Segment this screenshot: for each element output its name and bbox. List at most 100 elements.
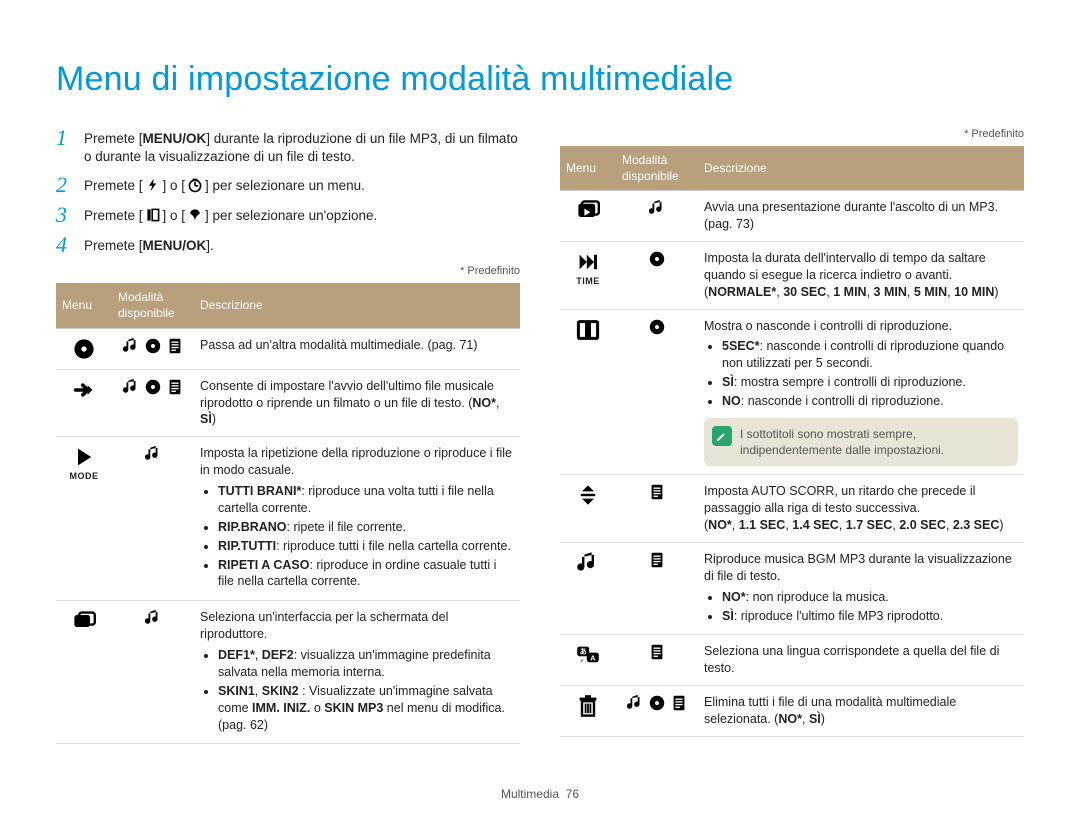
macro-icon [187, 207, 203, 223]
note-badge-icon [712, 426, 732, 446]
description-cell: Imposta AUTO SCORR, un ritardo che prece… [698, 475, 1024, 543]
mode-icons-cell [616, 309, 698, 475]
description-cell: Mostra o nasconde i controlli di riprodu… [698, 309, 1024, 475]
display-icon [576, 318, 600, 342]
timer-icon [187, 177, 203, 193]
th-desc: Descrizione [194, 283, 520, 328]
play-icon [72, 445, 96, 469]
mode-icons-cell [616, 475, 698, 543]
table-row: TIME Imposta la durata dell'intervallo di… [560, 241, 1024, 309]
menu-icon-cell [56, 601, 112, 744]
description-cell: Seleziona un'interfaccia per la schermat… [194, 601, 520, 744]
page-footer: Multimedia 76 [0, 787, 1080, 801]
table-row: Mostra o nasconde i controlli di riprodu… [560, 309, 1024, 475]
table-row: Imposta AUTO SCORR, un ritardo che prece… [560, 475, 1024, 543]
arrow-right-icon [72, 378, 96, 402]
footer-page: 76 [566, 787, 579, 801]
options-table-left: Menu Modalità disponibile Descrizione Pa… [56, 283, 520, 744]
disc-icon [144, 378, 162, 396]
table-row: Riproduce musica BGM MP3 durante la visu… [560, 542, 1024, 635]
step-3: 3Premete [] o [] per selezionare un'opzi… [56, 204, 520, 226]
description-cell: Consente di impostare l'avvio dell'ultim… [194, 369, 520, 437]
th-mode: Modalità disponibile [616, 146, 698, 191]
step-text: Premete [MENU/OK] durante la riproduzion… [84, 127, 520, 166]
menu-icon-subtext: MODE [62, 470, 106, 482]
mode-icons-cell [616, 241, 698, 309]
disc-icon [648, 250, 666, 268]
table-row: Seleziona un'interfaccia per la schermat… [56, 601, 520, 744]
mode-icons-cell [112, 437, 194, 601]
menu-icon-cell [560, 309, 616, 475]
skin-icon [72, 609, 96, 633]
steps-list: 1 Premete [MENU/OK] durante la riproduzio… [56, 127, 520, 256]
svg-text:A: A [590, 654, 595, 663]
description-cell: Passa ad un'altra modalità multimediale.… [194, 328, 520, 369]
text-icon [648, 551, 666, 569]
menu-icon-cell [560, 191, 616, 242]
mode-icons-cell [112, 601, 194, 744]
note-box: I sottotitoli sono mostrati sempre, indi… [704, 418, 1018, 466]
left-column: 1 Premete [MENU/OK] durante la riproduzio… [56, 127, 520, 744]
music-icon [576, 551, 600, 575]
mode-icons-cell [616, 191, 698, 242]
right-column: * Predefinito Menu Modalità disponibile … [560, 127, 1024, 744]
disc-icon [72, 337, 96, 361]
description-cell: Imposta la ripetizione della riproduzion… [194, 437, 520, 601]
menu-icon-cell [560, 686, 616, 737]
music-icon [122, 378, 140, 396]
two-column-layout: 1 Premete [MENU/OK] durante la riproduzio… [56, 127, 1024, 744]
music-icon [626, 694, 644, 712]
manual-page: Menu di impostazione modalità multimedia… [0, 0, 1080, 815]
menu-icon-subtext: TIME [566, 275, 610, 287]
svg-text:あ: あ [580, 647, 587, 656]
mode-icons-cell [616, 635, 698, 686]
options-table-right: Menu Modalità disponibile Descrizione Av… [560, 146, 1024, 737]
predefinito-note-right: * Predefinito [560, 127, 1024, 142]
step-text: Premete [MENU/OK]. [84, 234, 214, 255]
description-cell: Imposta la durata dell'intervallo di tem… [698, 241, 1024, 309]
menu-icon-cell [56, 369, 112, 437]
table-row: Elimina tutti i file di una modalità mul… [560, 686, 1024, 737]
mode-icons-cell [616, 542, 698, 635]
step-1: 1 Premete [MENU/OK] durante la riproduzio… [56, 127, 520, 166]
description-cell: Riproduce musica BGM MP3 durante la visu… [698, 542, 1024, 635]
trash-icon [576, 694, 600, 718]
disc-icon [648, 694, 666, 712]
th-mode: Modalità disponibile [112, 283, 194, 328]
th-menu: Menu [56, 283, 112, 328]
skip-icon [576, 250, 600, 274]
disc-icon [144, 337, 162, 355]
description-cell: Elimina tutti i file di una modalità mul… [698, 686, 1024, 737]
table-row: Consente di impostare l'avvio dell'ultim… [56, 369, 520, 437]
th-desc: Descrizione [698, 146, 1024, 191]
text-icon [166, 378, 184, 396]
music-icon [648, 199, 666, 217]
disc-icon [648, 318, 666, 336]
step-2: 2Premete [] o [] per selezionare un menu… [56, 174, 520, 196]
text-icon [648, 483, 666, 501]
text-icon [166, 337, 184, 355]
footer-section: Multimedia [501, 787, 559, 801]
music-icon [144, 445, 162, 463]
page-title: Menu di impostazione modalità multimedia… [56, 60, 1024, 99]
menu-icon-cell: MODE [56, 437, 112, 601]
description-cell: Avvia una presentazione durante l'ascolt… [698, 191, 1024, 242]
table-row: Passa ad un'altra modalità multimediale.… [56, 328, 520, 369]
step-number: 3 [56, 204, 78, 226]
menu-icon-cell: TIME [560, 241, 616, 309]
flash-icon [145, 177, 161, 193]
step-number: 2 [56, 174, 78, 196]
description-cell: Seleziona una lingua corrispondete a que… [698, 635, 1024, 686]
mode-icons-cell [112, 369, 194, 437]
text-icon [670, 694, 688, 712]
text-icon [648, 643, 666, 661]
th-menu: Menu [560, 146, 616, 191]
step-number: 4 [56, 234, 78, 256]
scroll-icon [576, 483, 600, 507]
table-row: MODE Imposta la ripetizione della riprodu… [56, 437, 520, 601]
menu-icon-cell: あA [560, 635, 616, 686]
menu-icon-cell [56, 328, 112, 369]
menu-icon-cell [560, 542, 616, 635]
step-number: 1 [56, 127, 78, 149]
table-row: Avvia una presentazione durante l'ascolt… [560, 191, 1024, 242]
